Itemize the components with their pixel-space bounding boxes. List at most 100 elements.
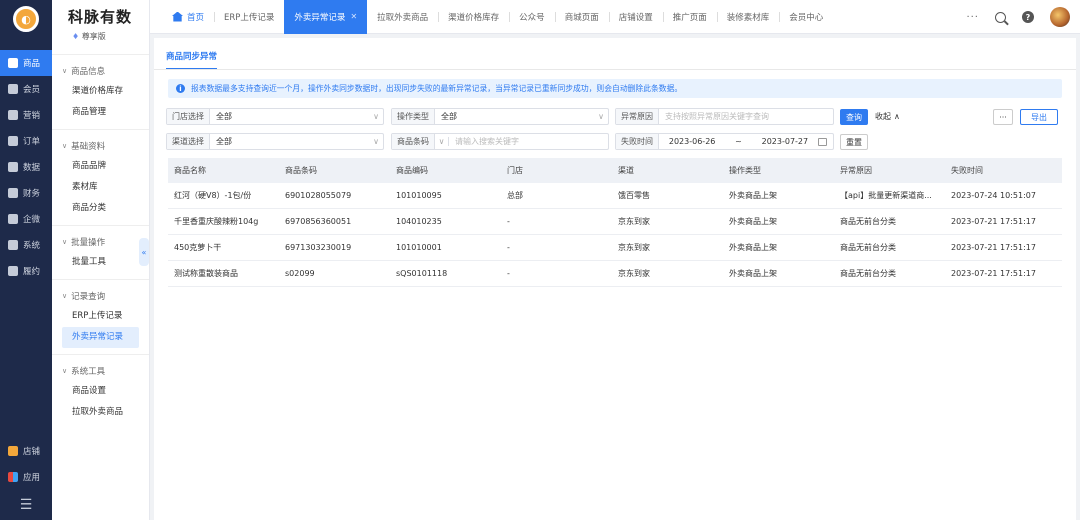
sidebar-item-product-category[interactable]: 商品分类 [52, 198, 149, 219]
table-row[interactable]: 红河（硬V8）-1包/份 6901028055079 101010095 总部 … [168, 183, 1062, 209]
edition-label: 尊享版 [81, 32, 106, 41]
fail-time-range[interactable]: 失败时间 2023-06-26 ~ 2023-07-27 [615, 133, 834, 150]
rail-item-member[interactable]: 会员 [0, 76, 52, 102]
home-icon [172, 11, 183, 22]
rail-item-product[interactable]: 商品 [0, 50, 52, 76]
marketing-icon [8, 110, 18, 120]
sidebar-item-product-settings[interactable]: 商品设置 [52, 381, 149, 402]
column-header: 商品名称 [174, 166, 206, 175]
date-separator: ~ [735, 137, 742, 146]
rail-item-finance[interactable]: 财务 [0, 180, 52, 206]
sidebar-group-records[interactable]: ∨ 记录查询 [52, 280, 149, 306]
chevron-down-icon: ∨ [373, 112, 379, 121]
tab-product-sync-exception[interactable]: 商品同步异常 [166, 50, 218, 70]
order-icon [8, 136, 18, 146]
group-title: 系统工具 [71, 367, 106, 377]
table-row[interactable]: 千里香重庆酸辣粉104g 6970856360051 104010235 - 京… [168, 209, 1062, 235]
rail-item-label: 履约 [23, 267, 41, 277]
rail-item-marketing[interactable]: 营销 [0, 102, 52, 128]
cell-exception-reason: 商品无前台分类 [840, 217, 896, 226]
search-icon[interactable] [995, 11, 1006, 23]
rail-item-label: 订单 [23, 137, 41, 147]
rail-item-apps[interactable]: 应用 [0, 464, 52, 490]
rail-item-order[interactable]: 订单 [0, 128, 52, 154]
rail-item-label: 企微 [23, 215, 41, 225]
tab-member-center[interactable]: 会员中心 [779, 0, 833, 34]
tab-pull-takeout-products[interactable]: 拉取外卖商品 [367, 0, 438, 34]
exception-reason-input[interactable]: 异常原因 支持按照异常原因关键字查询 [615, 108, 834, 125]
sidebar-item-erp-upload-records[interactable]: ERP上传记录 [52, 306, 149, 327]
close-icon[interactable]: ✕ [350, 12, 357, 21]
sidebar-item-product-brand[interactable]: 商品品牌 [52, 156, 149, 177]
cell-fail-time: 2023-07-21 17:51:17 [951, 217, 1036, 226]
apps-icon [8, 472, 18, 482]
store-select[interactable]: 门店选择 全部 ∨ [166, 108, 384, 125]
exception-table: 商品名称 商品条码 商品编码 门店 渠道 操作类型 异常原因 失败时间 红河（硬… [168, 158, 1062, 287]
rail-item-label: 会员 [23, 85, 41, 95]
tab-promotion-pages[interactable]: 推广页面 [662, 0, 717, 34]
cell-barcode: 6971303230019 [285, 243, 352, 252]
tab-label: 外卖异常记录 [294, 12, 346, 23]
reset-button[interactable]: 重置 [840, 134, 868, 150]
cell-product-code: sQS0101118 [396, 269, 448, 278]
sidebar-item-product-management[interactable]: 商品管理 [52, 102, 149, 123]
rail-item-system[interactable]: 系统 [0, 232, 52, 258]
rail-item-label: 店铺 [23, 447, 41, 457]
tab-mall-pages[interactable]: 商城页面 [554, 0, 609, 34]
cell-channel: 京东到家 [618, 269, 650, 278]
sidebar-item-material-library[interactable]: 素材库 [52, 177, 149, 198]
chevron-down-icon: ∨ [62, 238, 68, 246]
query-button[interactable]: 查询 [840, 109, 868, 125]
export-button[interactable]: 导出 [1020, 109, 1058, 125]
operation-type-value: 全部 [441, 112, 457, 121]
info-icon: i [176, 84, 185, 93]
sidebar-item-batch-tool[interactable]: 批量工具 [52, 252, 149, 273]
edition-badge: ♦ 尊享版 [68, 31, 149, 42]
app-rail: ◐ 商品 会员 营销 订单 数据 财务 企微 系统 履约 店铺 应用 ☰ [0, 0, 52, 520]
notice-text: 报表数据最多支持查询近一个月，操作外卖同步数据时，出现同步失败的最新异常记录，当… [191, 84, 683, 93]
sidebar-group-basic-data[interactable]: ∨ 基础资料 [52, 130, 149, 156]
cell-exception-reason: 【api】批量更新渠道商... [840, 191, 932, 200]
channel-select[interactable]: 渠道选择 全部 ∨ [166, 133, 384, 150]
table-header: 商品名称 商品条码 商品编码 门店 渠道 操作类型 异常原因 失败时间 [168, 158, 1062, 183]
finance-icon [8, 188, 18, 198]
store-icon [8, 446, 18, 456]
tab-takeout-exception-records[interactable]: 外卖异常记录 ✕ [284, 0, 368, 34]
tab-decoration-library[interactable]: 装修素材库 [716, 0, 780, 34]
more-tabs-icon[interactable]: ··· [966, 12, 979, 23]
tab-home[interactable]: 首页 [162, 0, 214, 34]
sidebar-item-takeout-exception-records[interactable]: 外卖异常记录 [62, 327, 139, 348]
sidebar-collapse-handle[interactable]: « [139, 238, 149, 266]
table-row[interactable]: 测试称重散装商品 s02099 sQS0101118 - 京东到家 外卖商品上架… [168, 261, 1062, 287]
rail-item-data[interactable]: 数据 [0, 154, 52, 180]
sidebar-item-pull-takeout-products[interactable]: 拉取外卖商品 [52, 402, 149, 423]
help-icon[interactable]: ? [1022, 11, 1034, 23]
operation-type-select[interactable]: 操作类型 全部 ∨ [391, 108, 609, 125]
sidebar-group-batch[interactable]: ∨ 批量操作 [52, 226, 149, 252]
menu-icon[interactable]: ☰ [0, 490, 52, 520]
rail-item-store[interactable]: 店铺 [0, 438, 52, 464]
product-icon [8, 58, 18, 68]
tab-official-account[interactable]: 公众号 [509, 0, 555, 34]
sidebar-group-product-info[interactable]: ∨ 商品信息 [52, 55, 149, 81]
sidebar-group-system-tools[interactable]: ∨ 系统工具 [52, 355, 149, 381]
collapse-filters-button[interactable]: 收起 ∧ [875, 111, 900, 122]
rail-item-fulfillment[interactable]: 履约 [0, 258, 52, 284]
cell-barcode: 6901028055079 [285, 191, 352, 200]
date-from: 2023-06-26 [668, 137, 716, 146]
tab-channel-price-stock[interactable]: 渠道价格库存 [438, 0, 509, 34]
channel-select-value: 全部 [216, 137, 232, 146]
chevron-down-icon: ∨ [62, 367, 68, 375]
avatar[interactable] [1050, 7, 1070, 27]
rail-item-label: 财务 [23, 189, 41, 199]
more-actions-button[interactable]: ··· [993, 109, 1013, 125]
cell-operation-type: 外卖商品上架 [729, 269, 777, 278]
sidebar-item-channel-price-stock[interactable]: 渠道价格库存 [52, 81, 149, 102]
cell-product-name: 千里香重庆酸辣粉104g [174, 217, 259, 226]
tab-erp-upload-records[interactable]: ERP上传记录 [214, 0, 284, 34]
table-row[interactable]: 450克萝卜干 6971303230019 101010001 - 京东到家 外… [168, 235, 1062, 261]
rail-item-wecom[interactable]: 企微 [0, 206, 52, 232]
barcode-search-field[interactable]: 商品条码 ∨ 请输入搜索关键字 [391, 133, 609, 150]
column-header: 操作类型 [729, 166, 761, 175]
tab-store-settings[interactable]: 店铺设置 [608, 0, 663, 34]
